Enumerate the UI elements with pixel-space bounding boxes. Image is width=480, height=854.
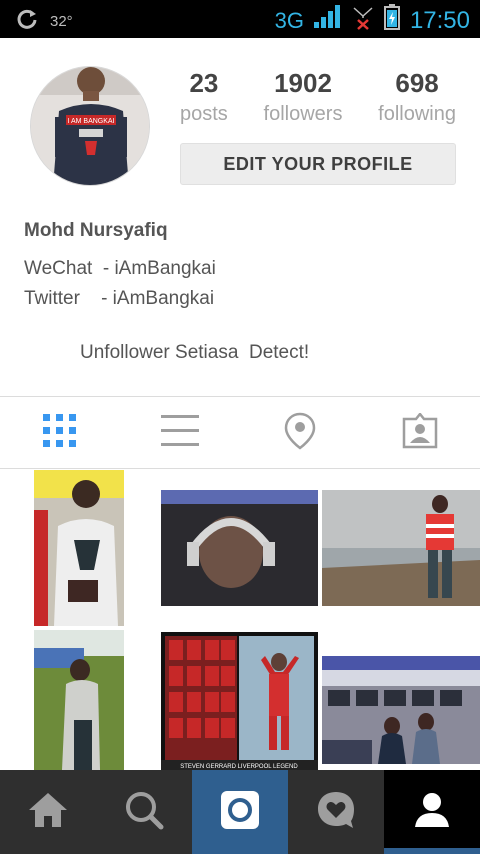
photo-thumbnail[interactable] xyxy=(322,490,480,606)
followers-count: 1902 xyxy=(274,68,332,98)
tagged-person-icon xyxy=(402,411,438,454)
profile-name: Mohd Nursyafiq xyxy=(24,220,168,241)
bio-tagline: Unfollower Setiasa Detect! xyxy=(80,342,310,363)
following-label: following xyxy=(378,103,456,125)
temperature-text: 32° xyxy=(50,12,73,30)
nav-home[interactable] xyxy=(0,770,96,854)
photo-thumbnail[interactable] xyxy=(34,470,124,626)
nav-profile[interactable] xyxy=(384,770,480,854)
nav-search[interactable] xyxy=(96,770,192,854)
nav-camera[interactable] xyxy=(192,770,288,854)
sync-icon xyxy=(16,8,38,34)
photo-thumbnail[interactable] xyxy=(322,656,480,764)
following-stat[interactable]: 698 following xyxy=(378,68,456,126)
avatar-shirt-text: I AM BANGKAI xyxy=(67,118,114,125)
photo-thumbnail[interactable] xyxy=(161,490,318,606)
activity-heart-icon xyxy=(316,790,356,835)
profile-stats: 23 posts 1902 followers 698 following xyxy=(180,68,456,126)
profile-icon xyxy=(413,791,451,834)
posts-stat[interactable]: 23 posts xyxy=(180,68,228,126)
list-icon xyxy=(161,414,199,452)
bio: Mohd Nursyafiq WeChat - iAmBangkai Twitt… xyxy=(24,220,216,314)
battery-icon xyxy=(383,4,400,37)
nav-activity[interactable] xyxy=(288,770,384,854)
camera-icon xyxy=(220,790,260,835)
home-icon xyxy=(27,791,69,834)
tagged-view-tab[interactable] xyxy=(360,398,480,468)
view-tabs xyxy=(0,398,480,468)
grid-view-tab[interactable] xyxy=(0,398,120,468)
bio-line-twitter: Twitter - iAmBangkai xyxy=(24,288,215,309)
photo-thumbnail[interactable]: STEVEN GERRARD LIVERPOOL LEGEND xyxy=(161,632,318,770)
signal-icon xyxy=(313,5,342,36)
divider xyxy=(0,396,480,397)
edit-profile-button[interactable]: EDIT YOUR PROFILE xyxy=(180,143,456,185)
posts-count: 23 xyxy=(189,68,219,98)
bio-line-wechat: WeChat - iAmBangkai xyxy=(24,258,216,279)
bottom-nav xyxy=(0,770,480,854)
no-signal-icon xyxy=(352,4,374,37)
network-type: 3G xyxy=(274,7,304,33)
following-count: 698 xyxy=(395,68,439,98)
divider xyxy=(0,468,480,469)
status-bar: 32° 3G 17:50 xyxy=(0,0,480,38)
avatar[interactable]: I AM BANGKAI xyxy=(30,66,150,186)
followers-stat[interactable]: 1902 followers xyxy=(264,68,343,126)
list-view-tab[interactable] xyxy=(120,398,240,468)
avatar-photo: I AM BANGKAI xyxy=(31,67,149,185)
map-view-tab[interactable] xyxy=(240,398,360,468)
location-pin-icon xyxy=(284,412,316,455)
followers-label: followers xyxy=(263,103,343,125)
grid-icon xyxy=(43,413,77,453)
posts-label: posts xyxy=(180,103,228,125)
search-icon xyxy=(124,790,164,835)
clock: 17:50 xyxy=(409,6,470,34)
photo-thumbnail[interactable] xyxy=(34,630,124,770)
